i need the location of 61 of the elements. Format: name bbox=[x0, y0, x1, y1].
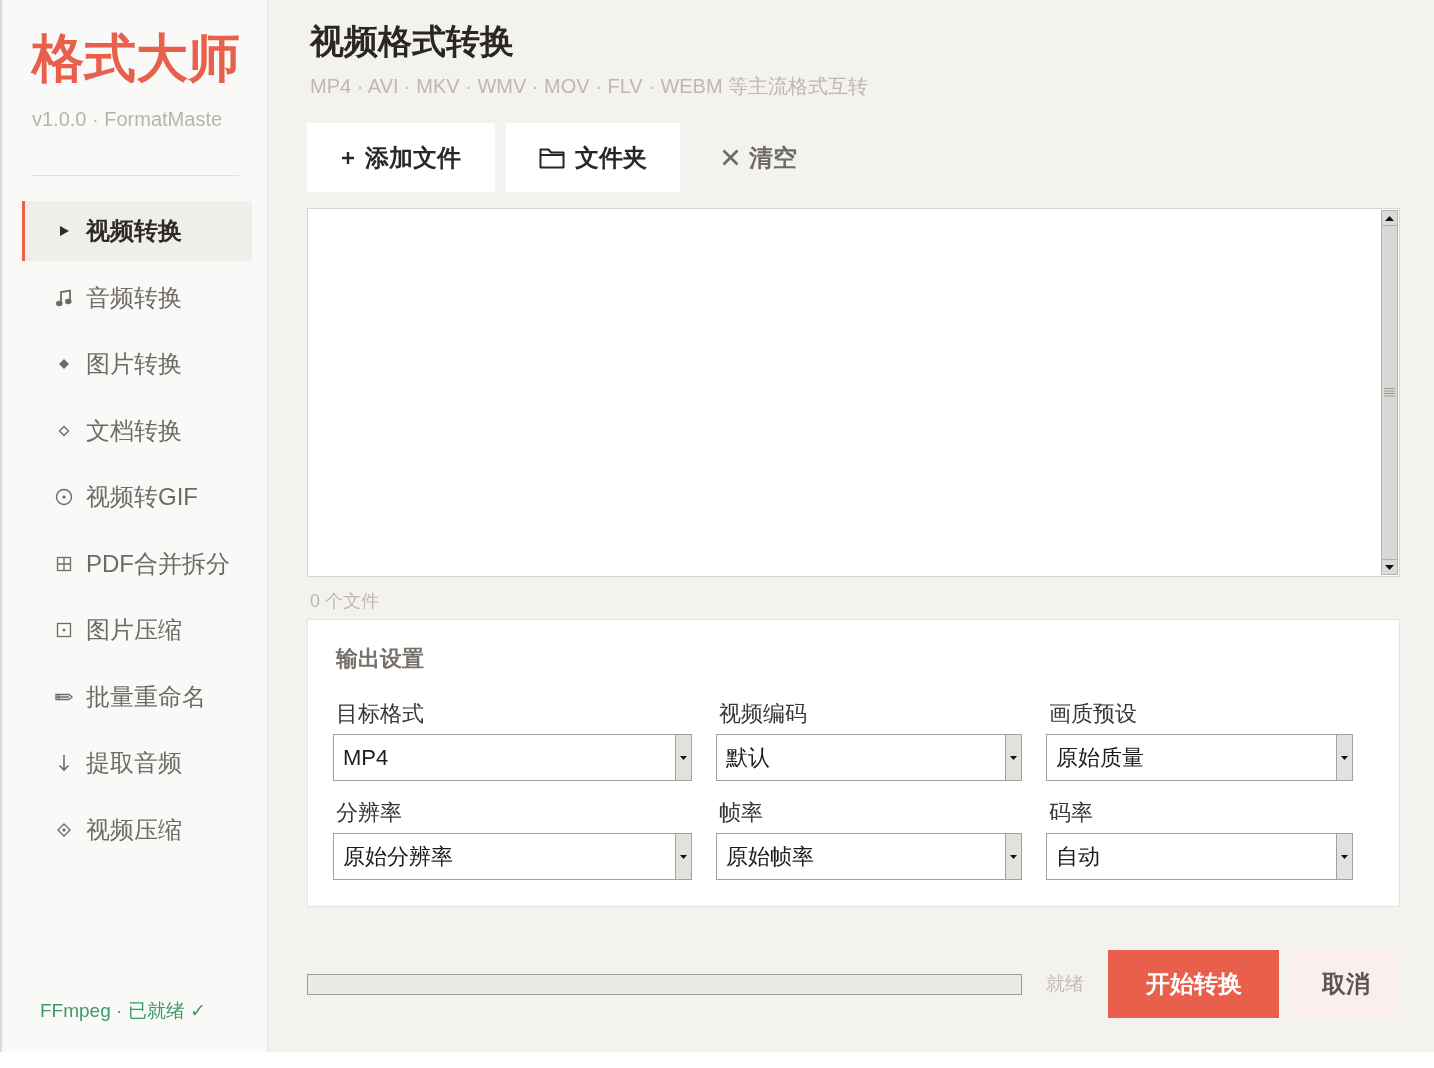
plus-icon bbox=[341, 150, 355, 165]
nav-item[interactable]: 视频转换 bbox=[22, 201, 252, 261]
nav-label: 视频压缩 bbox=[86, 814, 182, 845]
folder-button[interactable]: 文件夹 bbox=[506, 123, 680, 192]
field-label: 目标格式 bbox=[335, 702, 424, 726]
nav-item[interactable]: 音频转换 bbox=[22, 267, 252, 328]
panel-title: 输出设置 bbox=[336, 646, 424, 672]
nav-item[interactable]: 图片压缩 bbox=[22, 600, 252, 660]
folder-icon bbox=[539, 146, 565, 169]
nav-item[interactable]: 视频压缩 bbox=[22, 799, 252, 860]
nav-item[interactable]: PDF合并拆分 bbox=[22, 533, 252, 594]
field-label: 帧率 bbox=[718, 801, 763, 825]
caret-icon bbox=[1341, 755, 1348, 760]
circle-dot-icon bbox=[55, 488, 73, 506]
ffmpeg-status-text: FFmpeg · 已就绪 ✓ bbox=[40, 999, 206, 1023]
nav-label: 视频转GIF bbox=[86, 482, 198, 512]
dropdown-field[interactable]: 原始帧率 bbox=[716, 833, 1022, 880]
add-button[interactable]: 添加文件 bbox=[307, 123, 495, 192]
dropdown-field[interactable]: MP4 bbox=[333, 734, 692, 781]
nav-label: 图片压缩 bbox=[86, 615, 182, 645]
dropdown-field[interactable]: 自动 bbox=[1046, 833, 1353, 880]
dropdown-field[interactable]: 默认 bbox=[716, 734, 1022, 781]
nav-label: 图片转换 bbox=[86, 349, 182, 379]
nav-item[interactable]: 文档转换 bbox=[22, 400, 252, 461]
cancel-button[interactable]: 取消 bbox=[1292, 950, 1399, 1018]
nav-label: 提取音频 bbox=[86, 748, 182, 778]
triangle-down-icon bbox=[1385, 564, 1394, 570]
dropdown-field[interactable]: 原始分辨率 bbox=[333, 833, 692, 880]
grip-icon bbox=[1384, 388, 1395, 397]
triangle-up-icon bbox=[1385, 215, 1394, 221]
nav-label: 视频转换 bbox=[86, 216, 182, 246]
field-label: 码率 bbox=[1048, 801, 1093, 825]
caret-icon bbox=[680, 755, 687, 760]
caret-icon bbox=[1010, 755, 1017, 760]
start-button[interactable]: 开始转换 bbox=[1108, 950, 1279, 1018]
close-icon bbox=[722, 149, 739, 166]
field-label: 视频编码 bbox=[718, 702, 807, 726]
nav-item[interactable]: 批量重命名 bbox=[22, 666, 252, 727]
caret-icon bbox=[680, 854, 687, 859]
music-note-icon bbox=[55, 288, 73, 307]
grid-icon bbox=[55, 554, 73, 573]
file-count-text: 0 个文件 bbox=[309, 591, 379, 611]
nav-item[interactable]: 视频转GIF bbox=[22, 467, 252, 527]
progress-status-text: 就绪 bbox=[1046, 972, 1084, 996]
version-text: v1.0.0 · FormatMaste bbox=[32, 108, 223, 131]
dropdown-field[interactable]: 原始质量 bbox=[1046, 734, 1353, 781]
field-label: 分辨率 bbox=[335, 801, 402, 825]
nav-label: PDF合并拆分 bbox=[86, 548, 230, 579]
scrollbar[interactable] bbox=[1381, 210, 1398, 575]
app-logo: 格式大师 bbox=[32, 28, 240, 89]
clear-button[interactable]: 清空 bbox=[722, 141, 797, 174]
nav-label: 文档转换 bbox=[86, 415, 182, 446]
nav-label: 批量重命名 bbox=[86, 681, 206, 712]
page-title: 视频格式转换 bbox=[308, 21, 514, 62]
nav-item[interactable]: 图片转换 bbox=[22, 334, 252, 394]
page-subtitle: MP4 · AVI · MKV · WMV · MOV · FLV · WEBM 等主流格式互转 bbox=[309, 75, 869, 97]
nav-item[interactable]: 提取音频 bbox=[22, 733, 252, 793]
caret-icon bbox=[1341, 854, 1348, 859]
caret-icon bbox=[1010, 854, 1017, 859]
nav-label: 音频转换 bbox=[86, 282, 182, 313]
field-label: 画质预设 bbox=[1048, 702, 1137, 726]
